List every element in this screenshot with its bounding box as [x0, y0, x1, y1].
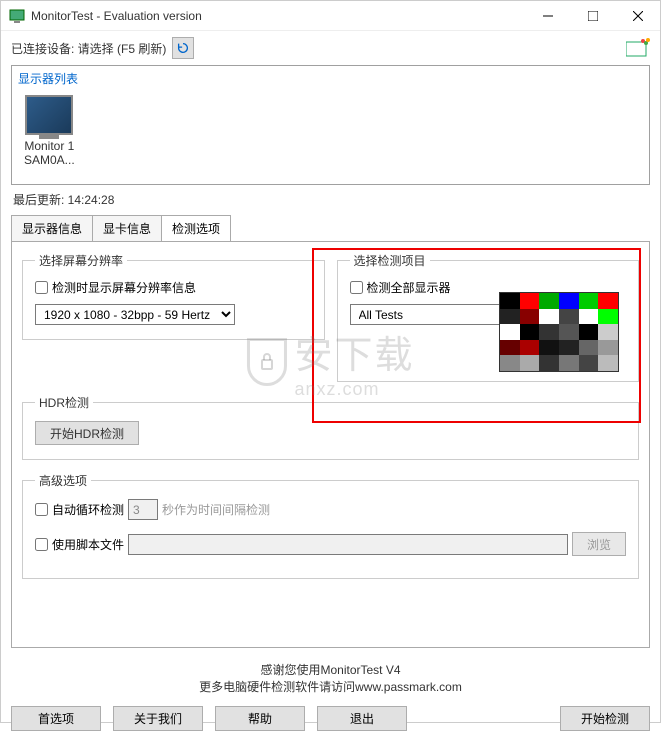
script-path-input [128, 534, 568, 555]
show-res-label: 检测时显示屏幕分辨率信息 [52, 279, 196, 296]
start-test-button[interactable]: 开始检测 [560, 706, 650, 731]
advanced-group: 高级选项 自动循环检测 秒作为时间间隔检测 使用脚本文件 浏览 [22, 472, 639, 579]
browse-button[interactable]: 浏览 [572, 532, 626, 556]
tab-gpu-info[interactable]: 显卡信息 [92, 215, 162, 241]
tab-content: 选择屏幕分辨率 检测时显示屏幕分辨率信息 1920 x 1080 - 32bpp… [11, 241, 650, 648]
monitor-list-panel: 显示器列表 Monitor 1 SAM0A... [11, 65, 650, 185]
tests-group: 选择检测项目 检测全部显示器 All Tests [337, 252, 640, 382]
close-button[interactable] [615, 1, 660, 31]
tests-legend: 选择检测项目 [350, 252, 430, 269]
footer-text: 感谢您使用MonitorTest V4 更多电脑硬件检测软件请访问www.pas… [1, 654, 660, 700]
script-checkbox[interactable] [35, 538, 48, 551]
device-label: 已连接设备: 请选择 (F5 刷新) [11, 40, 166, 57]
refresh-button[interactable] [172, 37, 194, 59]
brand-logo-icon [626, 38, 650, 58]
autoloop-seconds-input [128, 499, 158, 520]
advanced-legend: 高级选项 [35, 472, 91, 489]
start-hdr-button[interactable]: 开始HDR检测 [35, 421, 139, 445]
monitor-label-line2: SAM0A... [24, 153, 75, 167]
device-row: 已连接设备: 请选择 (F5 刷新) [1, 31, 660, 65]
preferences-button[interactable]: 首选项 [11, 706, 101, 731]
monitor-item[interactable]: Monitor 1 SAM0A... [16, 91, 83, 172]
footer-line2: 更多电脑硬件检测软件请访问www.passmark.com [1, 679, 660, 696]
footer-line1: 感谢您使用MonitorTest V4 [1, 662, 660, 679]
monitor-icon [25, 95, 73, 135]
autoloop-label: 自动循环检测 [52, 501, 124, 518]
test-pattern-preview [499, 292, 619, 372]
about-button[interactable]: 关于我们 [113, 706, 203, 731]
resolution-select[interactable]: 1920 x 1080 - 32bpp - 59 Hertz [35, 304, 235, 325]
autoloop-hint: 秒作为时间间隔检测 [162, 501, 270, 518]
resolution-legend: 选择屏幕分辨率 [35, 252, 127, 269]
titlebar: MonitorTest - Evaluation version [1, 1, 660, 31]
maximize-button[interactable] [570, 1, 615, 31]
hdr-group: HDR检测 开始HDR检测 [22, 394, 639, 460]
last-update-label: 最后更新: 14:24:28 [1, 185, 660, 214]
tabs: 显示器信息 显卡信息 检测选项 [11, 214, 650, 241]
monitor-label-line1: Monitor 1 [24, 139, 74, 153]
window-title: MonitorTest - Evaluation version [31, 9, 525, 23]
resolution-group: 选择屏幕分辨率 检测时显示屏幕分辨率信息 1920 x 1080 - 32bpp… [22, 252, 325, 340]
exit-button[interactable]: 退出 [317, 706, 407, 731]
tab-monitor-info[interactable]: 显示器信息 [11, 215, 93, 241]
app-icon [9, 8, 25, 24]
script-label: 使用脚本文件 [52, 536, 124, 553]
hdr-legend: HDR检测 [35, 394, 93, 411]
show-res-checkbox[interactable] [35, 281, 48, 294]
all-monitors-checkbox[interactable] [350, 281, 363, 294]
help-button[interactable]: 帮助 [215, 706, 305, 731]
autoloop-checkbox[interactable] [35, 503, 48, 516]
tab-test-options[interactable]: 检测选项 [161, 215, 231, 241]
all-monitors-label: 检测全部显示器 [367, 279, 451, 296]
bottom-bar: 首选项 关于我们 帮助 退出 开始检测 [1, 700, 660, 739]
minimize-button[interactable] [525, 1, 570, 31]
monitor-list-title: 显示器列表 [14, 68, 647, 89]
